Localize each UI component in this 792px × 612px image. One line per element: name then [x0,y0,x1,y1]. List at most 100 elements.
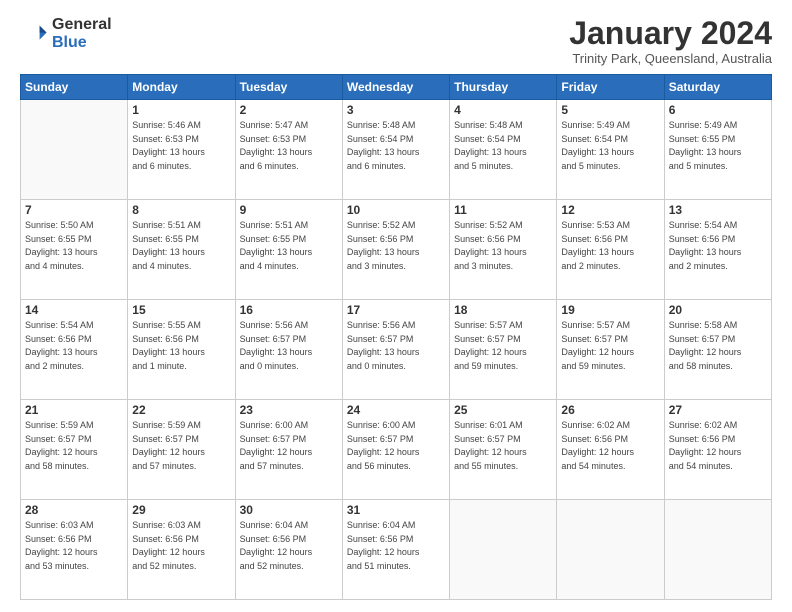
day-cell: 27 Sunrise: 6:02 AM Sunset: 6:56 PM Dayli… [664,400,771,500]
logo-text: General Blue [52,16,112,52]
day-number: 12 [561,203,659,217]
page: General Blue January 2024 Trinity Park, … [0,0,792,612]
day-info: Sunrise: 5:48 AM Sunset: 6:54 PM Dayligh… [454,119,552,173]
day-cell: 5 Sunrise: 5:49 AM Sunset: 6:54 PM Daylig… [557,100,664,200]
weekday-header-thursday: Thursday [450,75,557,100]
day-info: Sunrise: 6:02 AM Sunset: 6:56 PM Dayligh… [561,419,659,473]
day-cell: 1 Sunrise: 5:46 AM Sunset: 6:53 PM Daylig… [128,100,235,200]
day-cell: 3 Sunrise: 5:48 AM Sunset: 6:54 PM Daylig… [342,100,449,200]
day-cell: 2Sunrise: 5:47 AM Sunset: 6:53 PM Daylig… [235,100,342,200]
week-row-2: 7 Sunrise: 5:50 AM Sunset: 6:55 PM Daylig… [21,200,772,300]
day-info: Sunrise: 6:03 AM Sunset: 6:56 PM Dayligh… [132,519,230,573]
day-number: 16 [240,303,338,317]
day-info: Sunrise: 5:55 AM Sunset: 6:56 PM Dayligh… [132,319,230,373]
day-cell: 17 Sunrise: 5:56 AM Sunset: 6:57 PM Dayli… [342,300,449,400]
day-info: Sunrise: 5:57 AM Sunset: 6:57 PM Dayligh… [561,319,659,373]
day-info: Sunrise: 5:59 AM Sunset: 6:57 PM Dayligh… [25,419,123,473]
day-info: Sunrise: 5:56 AM Sunset: 6:57 PM Dayligh… [347,319,445,373]
day-number: 13 [669,203,767,217]
day-number: 27 [669,403,767,417]
day-number: 10 [347,203,445,217]
subtitle: Trinity Park, Queensland, Australia [569,51,772,66]
day-number: 24 [347,403,445,417]
day-cell: 10 Sunrise: 5:52 AM Sunset: 6:56 PM Dayli… [342,200,449,300]
day-info: Sunrise: 5:54 AM Sunset: 6:56 PM Dayligh… [25,319,123,373]
day-number: 11 [454,203,552,217]
day-cell: 24 Sunrise: 6:00 AM Sunset: 6:57 PM Dayli… [342,400,449,500]
day-number: 25 [454,403,552,417]
day-number: 31 [347,503,445,517]
day-number: 19 [561,303,659,317]
day-number: 20 [669,303,767,317]
day-cell: 11Sunrise: 5:52 AM Sunset: 6:56 PM Dayli… [450,200,557,300]
day-cell: 14 Sunrise: 5:54 AM Sunset: 6:56 PM Dayli… [21,300,128,400]
title-block: January 2024 Trinity Park, Queensland, A… [569,16,772,66]
day-cell: 15 Sunrise: 5:55 AM Sunset: 6:56 PM Dayli… [128,300,235,400]
day-number: 9 [240,203,338,217]
day-info: Sunrise: 5:46 AM Sunset: 6:53 PM Dayligh… [132,119,230,173]
day-cell: 4 Sunrise: 5:48 AM Sunset: 6:54 PM Daylig… [450,100,557,200]
week-row-4: 21 Sunrise: 5:59 AM Sunset: 6:57 PM Dayli… [21,400,772,500]
day-number: 14 [25,303,123,317]
day-cell: 6 Sunrise: 5:49 AM Sunset: 6:55 PM Daylig… [664,100,771,200]
day-cell: 7 Sunrise: 5:50 AM Sunset: 6:55 PM Daylig… [21,200,128,300]
day-info: Sunrise: 5:48 AM Sunset: 6:54 PM Dayligh… [347,119,445,173]
day-info: Sunrise: 5:51 AM Sunset: 6:55 PM Dayligh… [132,219,230,273]
week-row-1: 1 Sunrise: 5:46 AM Sunset: 6:53 PM Daylig… [21,100,772,200]
day-info: Sunrise: 5:49 AM Sunset: 6:55 PM Dayligh… [669,119,767,173]
day-info: Sunrise: 6:02 AM Sunset: 6:56 PM Dayligh… [669,419,767,473]
day-number: 3 [347,103,445,117]
day-info: Sunrise: 5:52 AM Sunset: 6:56 PM Dayligh… [347,219,445,273]
day-cell: 19 Sunrise: 5:57 AM Sunset: 6:57 PM Dayli… [557,300,664,400]
day-info: Sunrise: 5:59 AM Sunset: 6:57 PM Dayligh… [132,419,230,473]
day-cell: 23 Sunrise: 6:00 AM Sunset: 6:57 PM Dayli… [235,400,342,500]
day-number: 23 [240,403,338,417]
day-info: Sunrise: 5:49 AM Sunset: 6:54 PM Dayligh… [561,119,659,173]
day-number: 18 [454,303,552,317]
day-info: Sunrise: 5:50 AM Sunset: 6:55 PM Dayligh… [25,219,123,273]
day-number: 2 [240,103,338,117]
day-number: 26 [561,403,659,417]
day-number: 6 [669,103,767,117]
day-number: 4 [454,103,552,117]
day-number: 22 [132,403,230,417]
day-number: 8 [132,203,230,217]
weekday-header-row: SundayMondayTuesdayWednesdayThursdayFrid… [21,75,772,100]
weekday-header-monday: Monday [128,75,235,100]
day-info: Sunrise: 6:01 AM Sunset: 6:57 PM Dayligh… [454,419,552,473]
header: General Blue January 2024 Trinity Park, … [20,16,772,66]
day-number: 17 [347,303,445,317]
day-info: Sunrise: 6:04 AM Sunset: 6:56 PM Dayligh… [347,519,445,573]
day-cell: 28Sunrise: 6:03 AM Sunset: 6:56 PM Dayli… [21,500,128,600]
day-info: Sunrise: 5:53 AM Sunset: 6:56 PM Dayligh… [561,219,659,273]
day-info: Sunrise: 5:57 AM Sunset: 6:57 PM Dayligh… [454,319,552,373]
weekday-header-friday: Friday [557,75,664,100]
day-number: 7 [25,203,123,217]
day-cell [557,500,664,600]
day-info: Sunrise: 6:04 AM Sunset: 6:56 PM Dayligh… [240,519,338,573]
day-info: Sunrise: 6:00 AM Sunset: 6:57 PM Dayligh… [347,419,445,473]
day-info: Sunrise: 5:51 AM Sunset: 6:55 PM Dayligh… [240,219,338,273]
day-number: 1 [132,103,230,117]
weekday-header-tuesday: Tuesday [235,75,342,100]
day-cell: 20 Sunrise: 5:58 AM Sunset: 6:57 PM Dayli… [664,300,771,400]
day-number: 5 [561,103,659,117]
day-cell: 12 Sunrise: 5:53 AM Sunset: 6:56 PM Dayli… [557,200,664,300]
weekday-header-saturday: Saturday [664,75,771,100]
day-cell: 30Sunrise: 6:04 AM Sunset: 6:56 PM Dayli… [235,500,342,600]
day-cell: 9 Sunrise: 5:51 AM Sunset: 6:55 PM Daylig… [235,200,342,300]
day-number: 21 [25,403,123,417]
day-cell: 29Sunrise: 6:03 AM Sunset: 6:56 PM Dayli… [128,500,235,600]
month-title: January 2024 [569,16,772,51]
day-cell: 8 Sunrise: 5:51 AM Sunset: 6:55 PM Daylig… [128,200,235,300]
day-info: Sunrise: 6:00 AM Sunset: 6:57 PM Dayligh… [240,419,338,473]
day-number: 15 [132,303,230,317]
day-cell: 16Sunrise: 5:56 AM Sunset: 6:57 PM Dayli… [235,300,342,400]
week-row-5: 28 Sunrise: 6:03 AM Sunset: 6:56 PM Dayli… [21,500,772,600]
day-cell: 18 Sunrise: 5:57 AM Sunset: 6:57 PM Dayli… [450,300,557,400]
day-info: Sunrise: 5:58 AM Sunset: 6:57 PM Dayligh… [669,319,767,373]
day-number: 28 [25,503,123,517]
day-cell: 13Sunrise: 5:54 AM Sunset: 6:56 PM Dayli… [664,200,771,300]
weekday-header-sunday: Sunday [21,75,128,100]
week-row-3: 14 Sunrise: 5:54 AM Sunset: 6:56 PM Dayli… [21,300,772,400]
